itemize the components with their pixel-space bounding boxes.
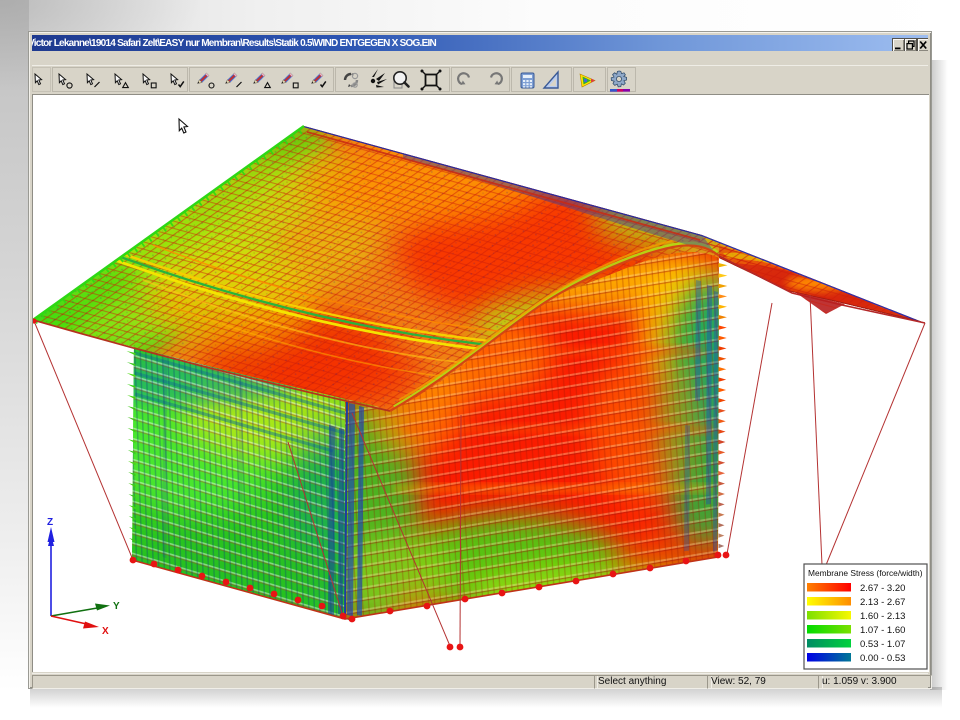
svg-text:Membrane Stress (force/width): Membrane Stress (force/width) [808,568,923,578]
svg-text:Y: Y [113,601,120,612]
svg-text:2.13 - 2.67: 2.13 - 2.67 [860,597,905,608]
svg-text:2.67 - 3.20: 2.67 - 3.20 [860,583,905,594]
svg-text:0.53 - 1.07: 0.53 - 1.07 [860,639,905,650]
svg-text:1.60 - 2.13: 1.60 - 2.13 [860,611,905,622]
svg-text:1.07 - 1.60: 1.07 - 1.60 [860,625,905,636]
svg-text:0.00 - 0.53: 0.00 - 0.53 [860,653,905,664]
svg-text:Z: Z [47,517,53,528]
svg-text:X: X [102,626,109,637]
